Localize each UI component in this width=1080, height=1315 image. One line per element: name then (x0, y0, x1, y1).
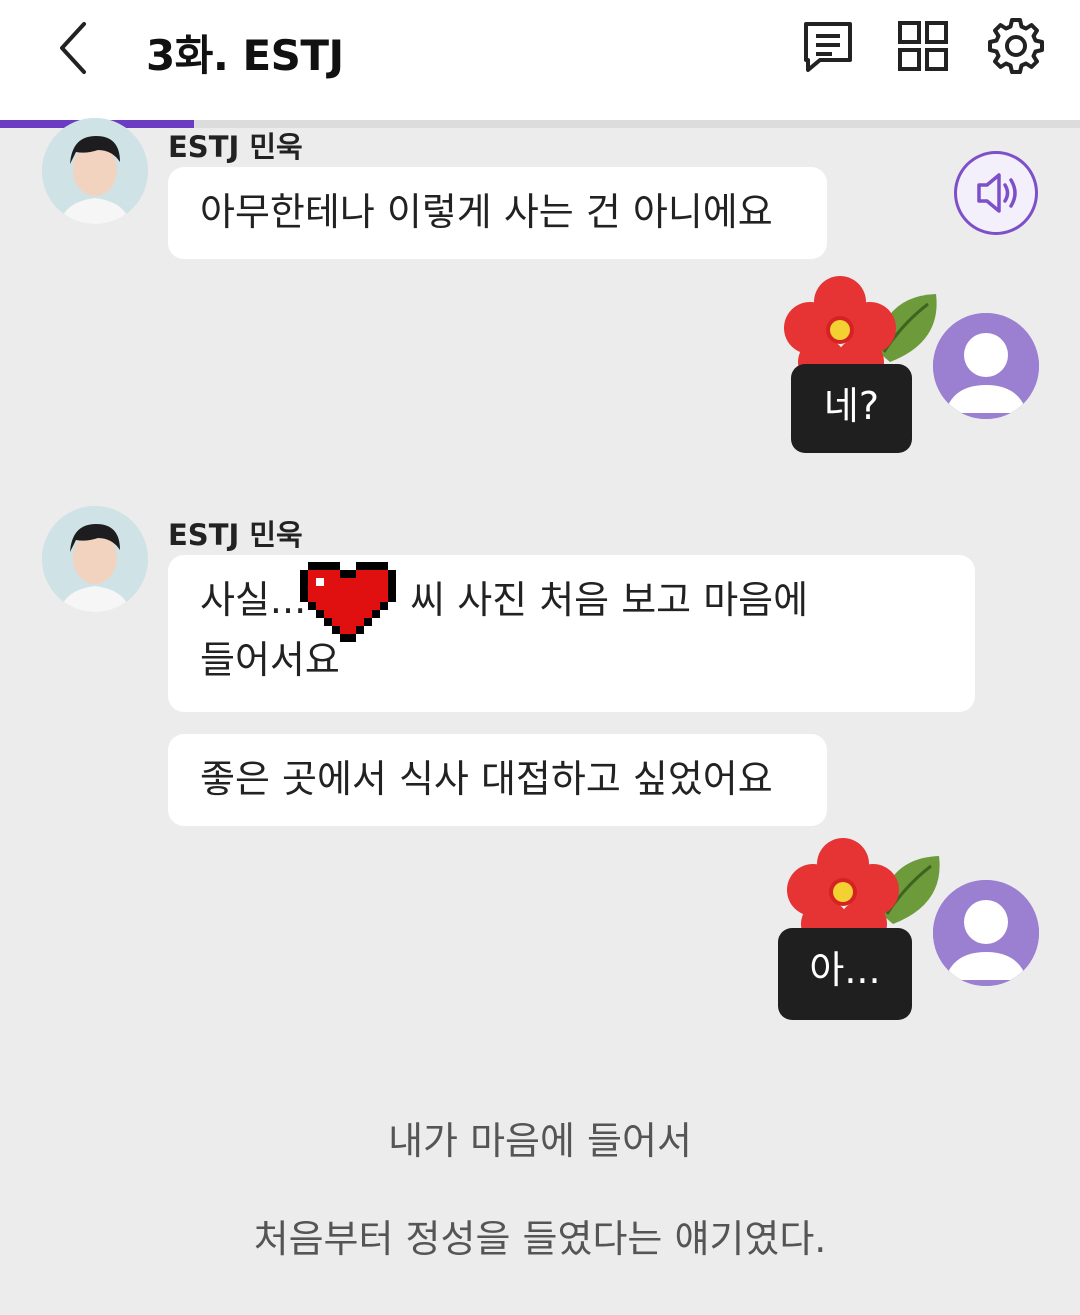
my-chat-bubble: 네? (791, 364, 912, 453)
episode-grid-button[interactable] (893, 16, 953, 76)
speaker-icon (977, 173, 1017, 213)
chat-bubble: 아무한테나 이렇게 사는 건 아니에요 (168, 167, 827, 259)
back-button[interactable] (48, 18, 104, 78)
sender-name: ESTJ 민욱 (168, 130, 303, 164)
comment-list-icon (804, 22, 852, 72)
user-icon (933, 313, 1039, 419)
chat-bubble: 사실... 씨 사진 처음 보고 마음에 들어서요 (168, 555, 975, 712)
profile-photo-icon (42, 118, 148, 224)
pixel-heart-sticker (300, 562, 396, 646)
user-icon (933, 880, 1039, 986)
avatar[interactable] (42, 506, 148, 612)
my-chat-bubble: 아... (778, 928, 912, 1020)
avatar[interactable] (42, 118, 148, 224)
sender-name: ESTJ 민욱 (168, 518, 303, 552)
profile-photo-icon (42, 506, 148, 612)
gear-icon (988, 18, 1044, 74)
chat-text: 씨 사진 처음 보고 마음에 (410, 578, 809, 622)
top-bar: 3화. ESTJ (0, 0, 1080, 120)
narration-text: 내가 마음에 들어서 (388, 1119, 692, 1163)
pixel-heart-icon (300, 562, 396, 642)
chat-bubble: 좋은 곳에서 식사 대접하고 싶었어요 (168, 734, 827, 826)
chevron-left-icon (60, 22, 86, 74)
my-avatar[interactable] (933, 313, 1039, 419)
my-avatar[interactable] (933, 880, 1039, 986)
reading-progress (0, 120, 1080, 128)
voice-play-button[interactable] (954, 151, 1038, 235)
page-title: 3화. ESTJ (146, 31, 344, 80)
settings-button[interactable] (986, 16, 1046, 76)
grid-icon (898, 21, 948, 71)
narration-text: 처음부터 정성을 들였다는 얘기였다. (253, 1217, 827, 1261)
comments-button[interactable] (798, 16, 858, 76)
chat-text: 사실... (200, 578, 307, 622)
